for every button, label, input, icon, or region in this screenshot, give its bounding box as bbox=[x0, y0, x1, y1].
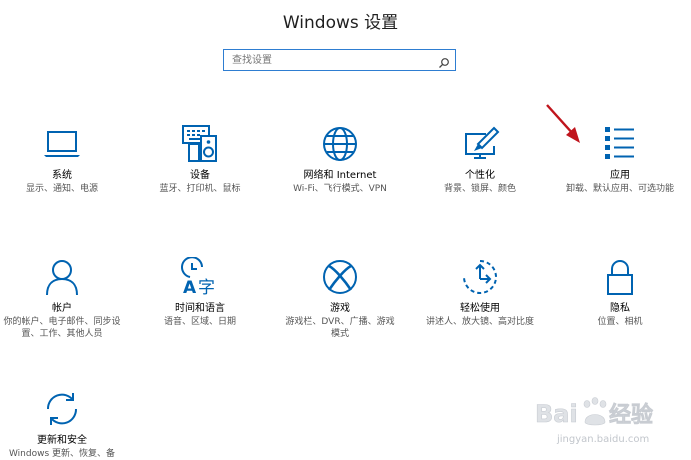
svg-text:字: 字 bbox=[198, 278, 215, 297]
sync-icon bbox=[42, 389, 82, 429]
tile-description: 讲述人、放大镜、高对比度 bbox=[425, 317, 534, 327]
tile-description: Windows 更新、恢复、备 bbox=[8, 449, 116, 459]
devices-icon bbox=[180, 124, 220, 164]
tile-description: 语音、区域、日期 bbox=[163, 317, 236, 327]
search-input[interactable] bbox=[228, 52, 432, 68]
tile-description: 显示、通知、电源 bbox=[25, 184, 98, 194]
tile-name: 轻松使用 bbox=[460, 303, 500, 314]
svg-text:A: A bbox=[183, 278, 197, 297]
lock-icon bbox=[600, 257, 640, 297]
svg-text:经验: 经验 bbox=[609, 402, 653, 428]
tile-description: 位置、相机 bbox=[597, 317, 643, 327]
search-icon[interactable] bbox=[438, 54, 450, 68]
person-icon bbox=[42, 257, 82, 297]
apps-list-icon bbox=[600, 124, 640, 164]
personalization-icon bbox=[460, 124, 500, 164]
watermark-url: jingyan.baidu.com bbox=[557, 434, 650, 445]
tile-description: 卸载、默认应用、可选功能 bbox=[565, 184, 674, 194]
ease-of-access-icon bbox=[460, 257, 500, 297]
tile-time-language[interactable]: A 字 时间和语言 语音、区域、日期 bbox=[132, 257, 268, 328]
window-title: Windows 设置 bbox=[282, 13, 399, 33]
tile-name: 设备 bbox=[190, 170, 210, 181]
tile-name: 隐私 bbox=[610, 303, 630, 314]
tile-name: 游戏 bbox=[330, 303, 350, 314]
xbox-icon bbox=[320, 257, 360, 297]
tile-gaming[interactable]: 游戏 游戏栏、DVR、广播、游戏模式 bbox=[272, 257, 408, 340]
tile-privacy[interactable]: 隐私 位置、相机 bbox=[552, 257, 688, 328]
tile-name: 帐户 bbox=[52, 303, 72, 314]
time-language-icon: A 字 bbox=[180, 257, 220, 297]
tile-network[interactable]: 网络和 Internet Wi-Fi、飞行模式、VPN bbox=[272, 124, 408, 195]
globe-icon bbox=[320, 124, 360, 164]
tile-name: 时间和语言 bbox=[175, 303, 225, 314]
tile-description: 游戏栏、DVR、广播、游戏模式 bbox=[285, 317, 395, 339]
tile-description: 蓝牙、打印机、鼠标 bbox=[159, 184, 241, 194]
tile-name: 网络和 Internet bbox=[303, 170, 377, 181]
tile-update-security[interactable]: 更新和安全 Windows 更新、恢复、备 bbox=[0, 389, 130, 460]
tile-devices[interactable]: 设备 蓝牙、打印机、鼠标 bbox=[132, 124, 268, 195]
tile-name: 个性化 bbox=[465, 170, 495, 181]
tile-description: 你的帐户、电子邮件、同步设置、工作、其他人员 bbox=[3, 317, 121, 339]
tile-name: 应用 bbox=[610, 170, 630, 181]
tile-name: 更新和安全 bbox=[37, 435, 87, 446]
tile-system[interactable]: 系统 显示、通知、电源 bbox=[0, 124, 130, 195]
svg-text:Bai: Bai bbox=[535, 400, 578, 428]
laptop-icon bbox=[42, 124, 82, 164]
baidu-watermark: Bai 经验 jingyan.baidu.com bbox=[535, 392, 685, 452]
search-box[interactable] bbox=[223, 49, 456, 71]
tile-accounts[interactable]: 帐户 你的帐户、电子邮件、同步设置、工作、其他人员 bbox=[0, 257, 130, 340]
tile-personalization[interactable]: 个性化 背景、锁屏、颜色 bbox=[412, 124, 548, 195]
annotation-arrow bbox=[544, 103, 584, 145]
tile-description: Wi-Fi、飞行模式、VPN bbox=[293, 184, 387, 194]
tile-ease-of-access[interactable]: 轻松使用 讲述人、放大镜、高对比度 bbox=[412, 257, 548, 328]
tile-description: 背景、锁屏、颜色 bbox=[443, 184, 516, 194]
tile-name: 系统 bbox=[52, 170, 72, 181]
